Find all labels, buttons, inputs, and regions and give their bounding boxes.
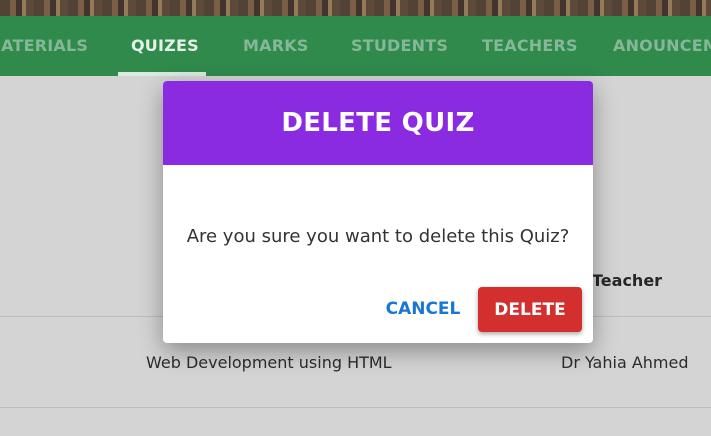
dialog-title: DELETE QUIZ: [163, 81, 593, 165]
delete-quiz-dialog: DELETE QUIZ Are you sure you want to del…: [163, 81, 593, 343]
delete-button[interactable]: DELETE: [478, 287, 582, 332]
cancel-button[interactable]: CANCEL: [375, 287, 471, 331]
dialog-message: Are you sure you want to delete this Qui…: [186, 226, 570, 247]
